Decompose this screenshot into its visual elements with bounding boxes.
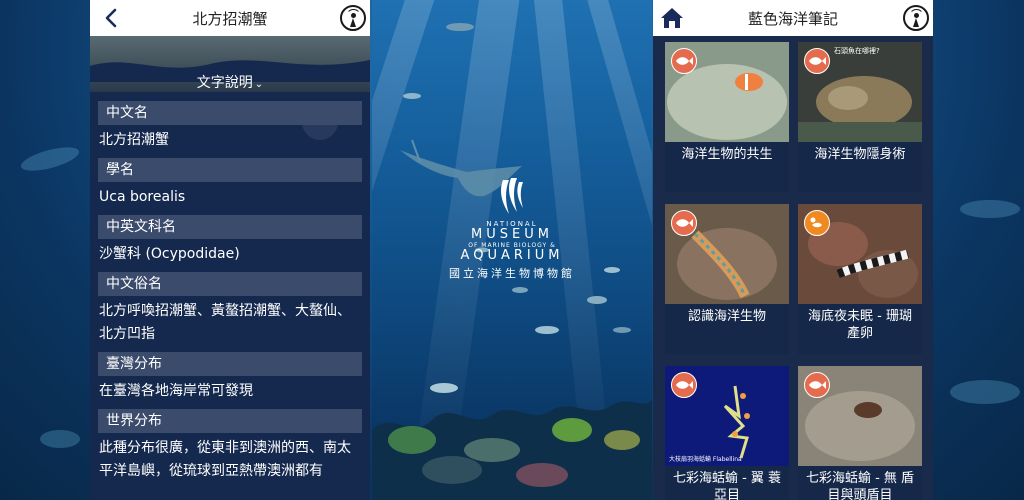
species-detail-screen: 北方招潮蟹 文字說明 ⌄ 中文名 北方招潮蟹 學名 Uca borealis 中英… xyxy=(90,0,370,500)
night-fish-icon xyxy=(804,210,830,236)
field-value-common-name: 北方呼喚招潮蟹、黃螯招潮蟹、大螯仙、北方凹指 xyxy=(99,303,351,342)
nav-bar: 藍色海洋筆記 xyxy=(653,0,933,36)
field-label-family: 中英文科名 xyxy=(98,215,362,239)
topic-card[interactable]: 海洋生物的共生 xyxy=(665,42,789,192)
topic-card-title: 海洋生物隱身術 xyxy=(814,147,906,162)
page-title: 藍色海洋筆記 xyxy=(747,10,838,28)
field-value-scientific-name: Uca borealis xyxy=(99,189,186,205)
field-label-common-name: 中文俗名 xyxy=(98,272,362,296)
back-arrow-icon[interactable] xyxy=(100,6,124,30)
background-fish xyxy=(960,200,1020,218)
field-value-world-distribution: 此種分布很廣，從東非到澳洲的西、南太平洋島嶼，從琉球到亞熱帶澳洲都有 xyxy=(99,440,351,479)
audio-guide-icon[interactable] xyxy=(340,5,366,31)
background-fish xyxy=(18,142,82,176)
nav-bar: 北方招潮蟹 xyxy=(90,0,370,36)
field-label-taiwan-distribution: 臺灣分布 xyxy=(98,352,362,376)
field-value-family: 沙蟹科 (Ocypodidae) xyxy=(99,246,240,262)
toggle-label: 文字說明 xyxy=(196,75,253,91)
chevron-down-icon: ⌄ xyxy=(254,79,264,90)
fish-icon xyxy=(804,48,830,74)
topic-card-title: 認識海洋生物 xyxy=(687,309,766,324)
field-label-world-distribution: 世界分布 xyxy=(98,409,362,433)
thumb-caption: 石頭魚在哪裡? xyxy=(834,47,880,55)
field-value-taiwan-distribution: 在臺灣各地海岸常可發現 xyxy=(99,383,253,399)
fish-icon xyxy=(671,372,697,398)
coral-reef xyxy=(372,400,652,500)
splash-screen: NATIONAL MUSEUM OF MARINE BIOLOGY & AQUA… xyxy=(372,0,652,500)
species-field-list: 中文名 北方招潮蟹 學名 Uca borealis 中英文科名 沙蟹科 (Ocy… xyxy=(98,101,362,489)
topic-card[interactable]: 石頭魚在哪裡? 海洋生物隱身術 xyxy=(798,42,922,192)
fish xyxy=(587,296,607,304)
audio-guide-icon[interactable] xyxy=(903,5,929,31)
field-value-chinese-name: 北方招潮蟹 xyxy=(99,132,169,148)
home-icon[interactable] xyxy=(659,6,685,30)
field-label-chinese-name: 中文名 xyxy=(98,101,362,125)
fish xyxy=(446,23,474,31)
logo-text-museum: MUSEUM xyxy=(471,227,553,242)
museum-logo-icon xyxy=(501,178,523,214)
topic-card[interactable]: 海底夜未眠 - 珊瑚產卵 xyxy=(798,204,922,354)
thumb-caption: 大枝扇羽海蛞蝓 Flabellina xyxy=(669,456,742,463)
topic-card[interactable]: 七彩海蛞蝓 - 無 盾目與頭盾目 xyxy=(798,366,922,500)
museum-logo: NATIONAL MUSEUM OF MARINE BIOLOGY & AQUA… xyxy=(372,176,652,281)
fish-icon xyxy=(671,48,697,74)
topic-card-title: 七彩海蛞蝓 - 翼 蓑亞目 xyxy=(672,471,782,500)
topic-card-title: 海底夜未眠 - 珊瑚產卵 xyxy=(808,309,912,341)
fish xyxy=(613,327,631,333)
topic-card-title: 海洋生物的共生 xyxy=(681,147,773,162)
ocean-notes-screen: 藍色海洋筆記 海洋生物的共生 石頭魚在哪裡? 海洋生物隱身術 認識海洋生物 海底… xyxy=(653,0,933,500)
fish-icon xyxy=(804,372,830,398)
fish xyxy=(403,93,421,99)
fish-icon xyxy=(671,210,697,236)
background-fish xyxy=(40,430,80,448)
fish xyxy=(512,287,528,293)
page-title: 北方招潮蟹 xyxy=(192,10,268,28)
logo-text-chinese: 國立海洋生物博物館 xyxy=(449,267,575,280)
topic-card[interactable]: 大枝扇羽海蛞蝓 Flabellina 七彩海蛞蝓 - 翼 蓑亞目 xyxy=(665,366,789,500)
topic-card[interactable]: 認識海洋生物 xyxy=(665,204,789,354)
background-fish xyxy=(950,380,1020,404)
fish xyxy=(535,326,559,334)
text-description-toggle[interactable]: 文字說明 ⌄ xyxy=(90,72,370,92)
topic-card-title: 七彩海蛞蝓 - 無 盾目與頭盾目 xyxy=(805,471,915,500)
field-label-scientific-name: 學名 xyxy=(98,158,362,182)
logo-text-aquarium: AQUARIUM xyxy=(460,248,564,263)
